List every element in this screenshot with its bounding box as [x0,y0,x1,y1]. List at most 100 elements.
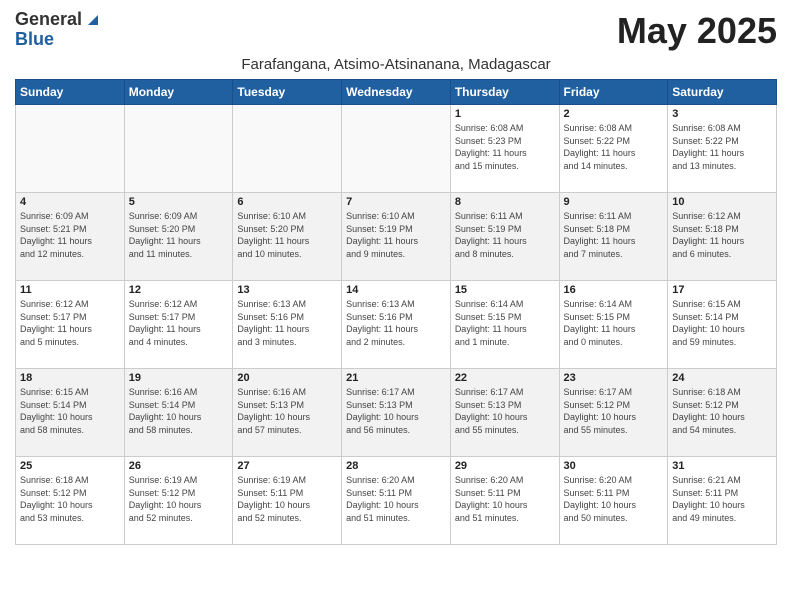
calendar-header-friday: Friday [559,80,668,105]
calendar-empty-cell [124,105,233,193]
day-number: 6 [237,196,337,208]
calendar-day-9: 9 Sunrise: 6:11 AM Sunset: 5:18 PM Daylig… [559,193,668,281]
day-number: 10 [672,196,772,208]
day-number: 14 [346,284,446,296]
day-number: 19 [129,372,229,384]
day-info: Sunrise: 6:17 AM Sunset: 5:13 PM Dayligh… [346,386,446,436]
logo-general: General [15,10,82,30]
day-number: 7 [346,196,446,208]
day-info: Sunrise: 6:17 AM Sunset: 5:12 PM Dayligh… [564,386,664,436]
calendar-day-1: 1 Sunrise: 6:08 AM Sunset: 5:23 PM Daylig… [450,105,559,193]
day-info: Sunrise: 6:21 AM Sunset: 5:11 PM Dayligh… [672,474,772,524]
calendar-table: SundayMondayTuesdayWednesdayThursdayFrid… [15,79,777,545]
day-info: Sunrise: 6:20 AM Sunset: 5:11 PM Dayligh… [346,474,446,524]
calendar-day-11: 11 Sunrise: 6:12 AM Sunset: 5:17 PM Dayli… [16,281,125,369]
calendar-day-24: 24 Sunrise: 6:18 AM Sunset: 5:12 PM Dayli… [668,369,777,457]
day-info: Sunrise: 6:13 AM Sunset: 5:16 PM Dayligh… [346,298,446,348]
day-info: Sunrise: 6:16 AM Sunset: 5:13 PM Dayligh… [237,386,337,436]
day-number: 13 [237,284,337,296]
day-number: 22 [455,372,555,384]
calendar-header-row: SundayMondayTuesdayWednesdayThursdayFrid… [16,80,777,105]
day-info: Sunrise: 6:12 AM Sunset: 5:17 PM Dayligh… [129,298,229,348]
day-number: 12 [129,284,229,296]
calendar-day-25: 25 Sunrise: 6:18 AM Sunset: 5:12 PM Dayli… [16,457,125,545]
calendar-day-23: 23Sunrise: 6:17 AM Sunset: 5:12 PM Dayli… [559,369,668,457]
calendar-week-row: 4 Sunrise: 6:09 AM Sunset: 5:21 PM Daylig… [16,193,777,281]
day-number: 27 [237,460,337,472]
page-subtitle: Farafangana, Atsimo-Atsinanana, Madagasc… [15,56,777,73]
day-info: Sunrise: 6:08 AM Sunset: 5:22 PM Dayligh… [672,122,772,172]
calendar-day-3: 3Sunrise: 6:08 AM Sunset: 5:22 PM Daylig… [668,105,777,193]
day-info: Sunrise: 6:11 AM Sunset: 5:19 PM Dayligh… [455,210,555,260]
calendar-day-21: 21 Sunrise: 6:17 AM Sunset: 5:13 PM Dayli… [342,369,451,457]
calendar-day-13: 13 Sunrise: 6:13 AM Sunset: 5:16 PM Dayli… [233,281,342,369]
calendar-day-27: 27Sunrise: 6:19 AM Sunset: 5:11 PM Dayli… [233,457,342,545]
day-number: 18 [20,372,120,384]
logo-blue: Blue [15,30,54,50]
calendar-day-14: 14 Sunrise: 6:13 AM Sunset: 5:16 PM Dayli… [342,281,451,369]
day-info: Sunrise: 6:15 AM Sunset: 5:14 PM Dayligh… [20,386,120,436]
calendar-day-26: 26 Sunrise: 6:19 AM Sunset: 5:12 PM Dayli… [124,457,233,545]
day-number: 16 [564,284,664,296]
day-info: Sunrise: 6:15 AM Sunset: 5:14 PM Dayligh… [672,298,772,348]
day-info: Sunrise: 6:18 AM Sunset: 5:12 PM Dayligh… [672,386,772,436]
calendar-day-4: 4 Sunrise: 6:09 AM Sunset: 5:21 PM Daylig… [16,193,125,281]
calendar-day-18: 18 Sunrise: 6:15 AM Sunset: 5:14 PM Dayli… [16,369,125,457]
calendar-header-saturday: Saturday [668,80,777,105]
calendar-header-wednesday: Wednesday [342,80,451,105]
calendar-week-row: 1 Sunrise: 6:08 AM Sunset: 5:23 PM Daylig… [16,105,777,193]
day-number: 28 [346,460,446,472]
day-info: Sunrise: 6:20 AM Sunset: 5:11 PM Dayligh… [455,474,555,524]
calendar-day-22: 22 Sunrise: 6:17 AM Sunset: 5:13 PM Dayli… [450,369,559,457]
day-info: Sunrise: 6:09 AM Sunset: 5:20 PM Dayligh… [129,210,229,260]
calendar-week-row: 25 Sunrise: 6:18 AM Sunset: 5:12 PM Dayli… [16,457,777,545]
calendar-empty-cell [342,105,451,193]
day-info: Sunrise: 6:14 AM Sunset: 5:15 PM Dayligh… [564,298,664,348]
calendar-day-28: 28 Sunrise: 6:20 AM Sunset: 5:11 PM Dayli… [342,457,451,545]
calendar-day-19: 19Sunrise: 6:16 AM Sunset: 5:14 PM Dayli… [124,369,233,457]
day-number: 17 [672,284,772,296]
calendar-day-2: 2 Sunrise: 6:08 AM Sunset: 5:22 PM Daylig… [559,105,668,193]
calendar-day-16: 16 Sunrise: 6:14 AM Sunset: 5:15 PM Dayli… [559,281,668,369]
day-info: Sunrise: 6:10 AM Sunset: 5:19 PM Dayligh… [346,210,446,260]
day-info: Sunrise: 6:09 AM Sunset: 5:21 PM Dayligh… [20,210,120,260]
day-info: Sunrise: 6:13 AM Sunset: 5:16 PM Dayligh… [237,298,337,348]
day-number: 9 [564,196,664,208]
day-number: 20 [237,372,337,384]
day-number: 25 [20,460,120,472]
day-number: 4 [20,196,120,208]
calendar-header-thursday: Thursday [450,80,559,105]
calendar-day-10: 10 Sunrise: 6:12 AM Sunset: 5:18 PM Dayli… [668,193,777,281]
header: General Blue May 2025 [15,10,777,52]
day-info: Sunrise: 6:19 AM Sunset: 5:12 PM Dayligh… [129,474,229,524]
day-info: Sunrise: 6:11 AM Sunset: 5:18 PM Dayligh… [564,210,664,260]
day-info: Sunrise: 6:20 AM Sunset: 5:11 PM Dayligh… [564,474,664,524]
day-number: 11 [20,284,120,296]
calendar-week-row: 18 Sunrise: 6:15 AM Sunset: 5:14 PM Dayli… [16,369,777,457]
calendar-day-20: 20 Sunrise: 6:16 AM Sunset: 5:13 PM Dayli… [233,369,342,457]
day-info: Sunrise: 6:10 AM Sunset: 5:20 PM Dayligh… [237,210,337,260]
day-number: 1 [455,108,555,120]
calendar-day-7: 7 Sunrise: 6:10 AM Sunset: 5:19 PM Daylig… [342,193,451,281]
day-info: Sunrise: 6:14 AM Sunset: 5:15 PM Dayligh… [455,298,555,348]
day-number: 21 [346,372,446,384]
logo: General Blue [15,10,100,50]
calendar-day-15: 15 Sunrise: 6:14 AM Sunset: 5:15 PM Dayli… [450,281,559,369]
calendar-day-12: 12 Sunrise: 6:12 AM Sunset: 5:17 PM Dayli… [124,281,233,369]
day-number: 31 [672,460,772,472]
day-info: Sunrise: 6:12 AM Sunset: 5:17 PM Dayligh… [20,298,120,348]
day-number: 15 [455,284,555,296]
calendar-header-monday: Monday [124,80,233,105]
day-info: Sunrise: 6:12 AM Sunset: 5:18 PM Dayligh… [672,210,772,260]
day-number: 2 [564,108,664,120]
day-info: Sunrise: 6:18 AM Sunset: 5:12 PM Dayligh… [20,474,120,524]
day-number: 24 [672,372,772,384]
day-number: 30 [564,460,664,472]
day-info: Sunrise: 6:17 AM Sunset: 5:13 PM Dayligh… [455,386,555,436]
calendar-day-17: 17 Sunrise: 6:15 AM Sunset: 5:14 PM Dayli… [668,281,777,369]
day-number: 8 [455,196,555,208]
calendar-day-5: 5Sunrise: 6:09 AM Sunset: 5:20 PM Daylig… [124,193,233,281]
day-info: Sunrise: 6:08 AM Sunset: 5:23 PM Dayligh… [455,122,555,172]
day-number: 26 [129,460,229,472]
day-info: Sunrise: 6:08 AM Sunset: 5:22 PM Dayligh… [564,122,664,172]
